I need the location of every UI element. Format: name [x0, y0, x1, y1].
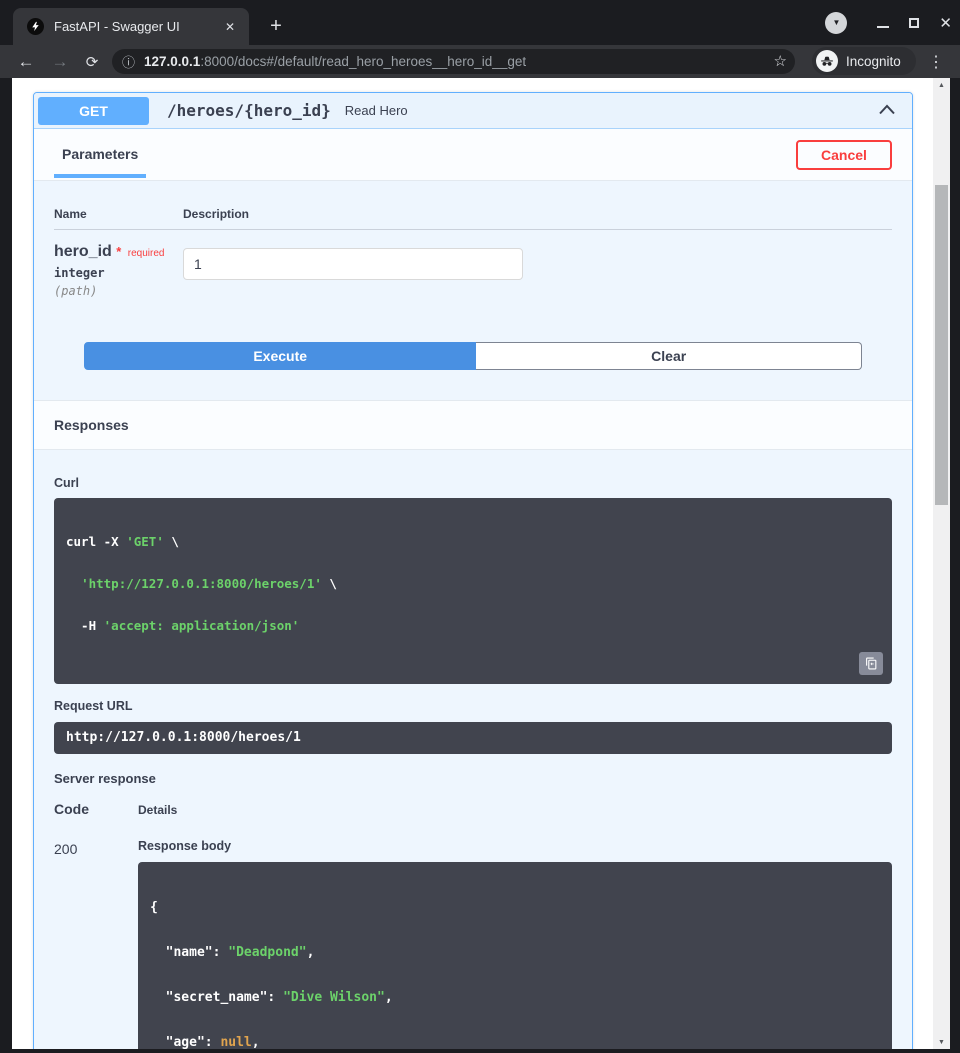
- parameter-value-cell: [183, 243, 523, 298]
- parameters-table-header: Name Description: [54, 207, 892, 230]
- method-badge: GET: [38, 97, 149, 125]
- required-asterisk: *: [116, 244, 121, 259]
- column-description-header: Description: [183, 207, 249, 221]
- minimize-button[interactable]: [877, 26, 889, 28]
- browser-toolbar: ← → ⟳ ⓘ 127.0.0.1 :8000/docs#/default/re…: [0, 45, 960, 78]
- browser-menu-icon[interactable]: ⋮: [924, 45, 948, 78]
- tab-title: FastAPI - Swagger UI: [54, 19, 221, 34]
- page-viewport: GET /heroes/{hero_id} Read Hero Paramete…: [12, 78, 950, 1049]
- request-url-value: http://127.0.0.1:8000/heroes/1: [54, 722, 892, 754]
- incognito-label: Incognito: [846, 54, 901, 69]
- status-code: 200: [54, 839, 138, 1049]
- bookmark-star-icon[interactable]: ☆: [774, 52, 787, 70]
- code-line: curl -X 'GET' \: [66, 535, 880, 549]
- response-details: Response body { "name": "Deadpond", "sec…: [138, 839, 892, 1049]
- tab-close-icon[interactable]: ✕: [221, 18, 239, 36]
- collapse-chevron-icon[interactable]: [878, 102, 896, 120]
- request-url-label: Request URL: [54, 699, 892, 713]
- execute-button[interactable]: Execute: [84, 342, 476, 370]
- code-line: -H 'accept: application/json': [66, 619, 880, 633]
- parameters-section-header: Parameters Cancel: [34, 129, 912, 181]
- server-response-row: 200 Response body { "name": "Deadpond", …: [54, 839, 892, 1049]
- incognito-icon: [816, 50, 838, 72]
- browser-window: FastAPI - Swagger UI ✕ + ▼ ✕ ← → ⟳ ⓘ 127…: [0, 0, 960, 1053]
- responses-title: Responses: [54, 417, 129, 433]
- response-body-json: { "name": "Deadpond", "secret_name": "Di…: [138, 862, 892, 1049]
- column-name-header: Name: [54, 207, 183, 221]
- curl-command: curl -X 'GET' \ 'http://127.0.0.1:8000/h…: [54, 498, 892, 684]
- tab-search-button[interactable]: ▼: [825, 12, 847, 34]
- hero-id-input[interactable]: [183, 248, 523, 280]
- window-controls: ▼ ✕: [825, 0, 952, 45]
- site-info-icon[interactable]: ⓘ: [122, 52, 135, 71]
- parameter-row: hero_id * required integer (path): [54, 230, 892, 298]
- tab-strip: FastAPI - Swagger UI ✕ + ▼ ✕: [0, 0, 960, 45]
- server-response-label: Server response: [54, 771, 892, 786]
- curl-label: Curl: [54, 476, 892, 490]
- url-path: :8000/docs#/default/read_hero_heroes__he…: [200, 54, 526, 69]
- opblock-get-heroes: GET /heroes/{hero_id} Read Hero Paramete…: [33, 92, 913, 1049]
- responses-body: Curl curl -X 'GET' \ 'http://127.0.0.1:8…: [34, 450, 912, 1049]
- scroll-down-icon[interactable]: ▼: [933, 1035, 950, 1049]
- maximize-button[interactable]: [909, 18, 919, 28]
- cancel-button[interactable]: Cancel: [796, 140, 892, 170]
- parameter-name: hero_id: [54, 243, 112, 260]
- code-line: "name": "Deadpond",: [150, 945, 880, 960]
- code-line: {: [150, 900, 880, 915]
- forward-icon[interactable]: →: [46, 45, 74, 78]
- scrollbar-thumb[interactable]: [935, 185, 948, 505]
- copy-to-clipboard-icon[interactable]: [859, 652, 883, 675]
- parameter-meta: hero_id * required integer (path): [54, 243, 183, 298]
- tab-parameters[interactable]: Parameters: [54, 129, 146, 178]
- required-label: required: [128, 248, 165, 259]
- reload-icon[interactable]: ⟳: [78, 45, 106, 78]
- tab-parameters-label: Parameters: [62, 146, 138, 162]
- responses-section-header: Responses: [34, 400, 912, 450]
- server-response-table-header: Code Details: [54, 801, 892, 817]
- swagger-page: GET /heroes/{hero_id} Read Hero Paramete…: [12, 78, 933, 1049]
- endpoint-summary: Read Hero: [345, 103, 408, 118]
- url-bar[interactable]: ⓘ 127.0.0.1 :8000/docs#/default/read_her…: [112, 49, 795, 74]
- opblock-summary[interactable]: GET /heroes/{hero_id} Read Hero: [34, 93, 912, 129]
- close-window-button[interactable]: ✕: [939, 14, 952, 32]
- code-column-header: Code: [54, 801, 138, 817]
- parameter-location: (path): [54, 284, 183, 298]
- browser-tab[interactable]: FastAPI - Swagger UI ✕: [13, 8, 249, 45]
- endpoint-path: /heroes/{hero_id}: [167, 101, 331, 120]
- response-body-label: Response body: [138, 839, 892, 853]
- code-line: "secret_name": "Dive Wilson",: [150, 990, 880, 1005]
- fastapi-favicon-icon: [27, 18, 44, 35]
- parameters-table: Name Description hero_id * required inte…: [34, 181, 912, 400]
- parameter-type: integer: [54, 266, 183, 280]
- code-line: 'http://127.0.0.1:8000/heroes/1' \: [66, 577, 880, 591]
- execute-row: Execute Clear: [84, 342, 862, 370]
- incognito-badge: Incognito: [812, 47, 916, 75]
- details-column-header: Details: [138, 801, 177, 817]
- clear-button[interactable]: Clear: [476, 342, 862, 370]
- scroll-up-icon[interactable]: ▲: [933, 78, 950, 92]
- page-scrollbar[interactable]: ▲ ▼: [933, 78, 950, 1049]
- new-tab-button[interactable]: +: [264, 14, 288, 38]
- code-line: "age": null,: [150, 1035, 880, 1049]
- url-host: 127.0.0.1: [144, 54, 200, 69]
- back-icon[interactable]: ←: [12, 45, 40, 78]
- spacer: [54, 370, 892, 400]
